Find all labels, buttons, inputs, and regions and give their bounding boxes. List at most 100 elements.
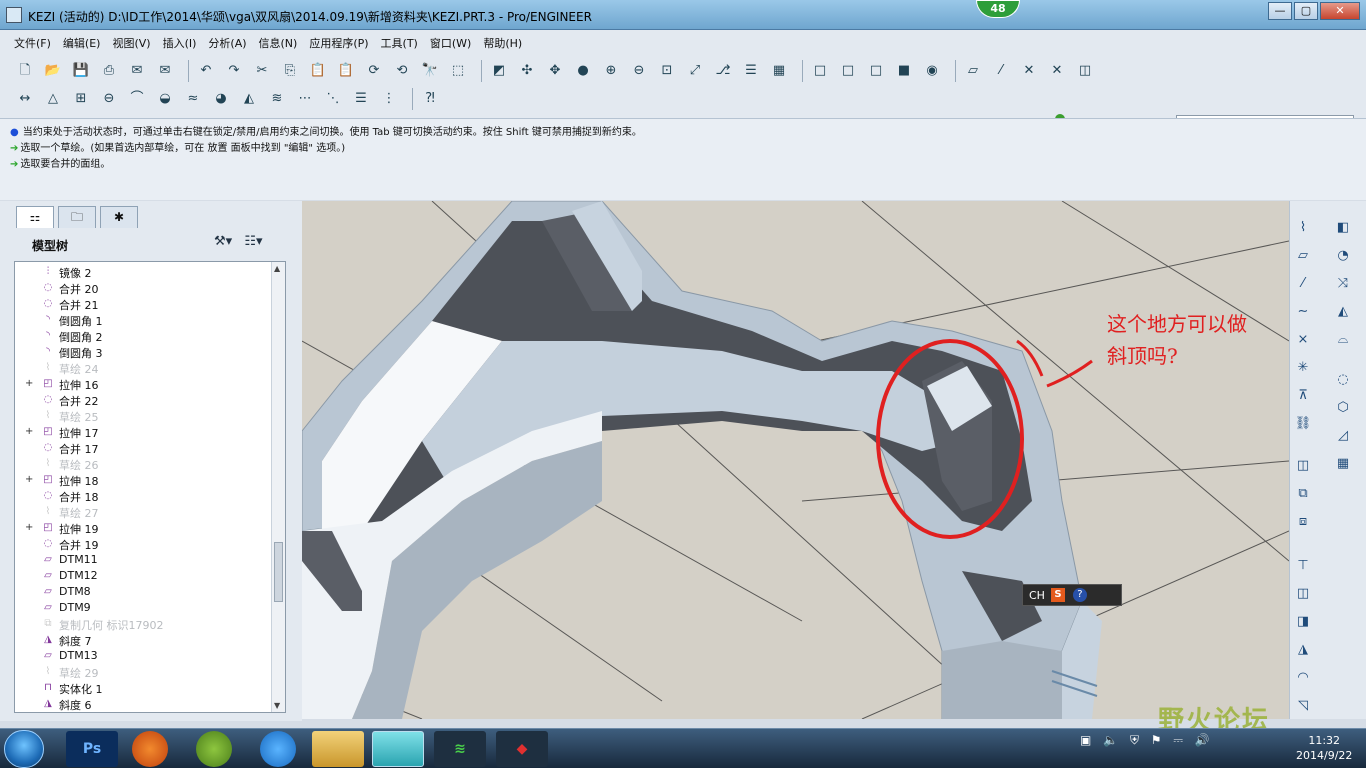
expand-icon[interactable]: + [25,378,33,389]
datum-plane-icon[interactable]: ▱ [1292,245,1314,267]
no-hidden-icon[interactable]: □ [865,60,887,82]
tree-item[interactable]: ⫶ 镜像 2 [15,264,265,280]
save-icon[interactable]: 💾 [70,60,92,82]
chamfer-icon[interactable]: ◹ [1292,695,1314,717]
tree-item[interactable]: ⌇ 草绘 25 [15,408,265,424]
layers-icon[interactable]: ☰ [740,60,762,82]
taskbar-app-icon[interactable]: ≋ [434,731,486,767]
tree-item[interactable]: + ◰ 拉伸 19 [15,520,265,536]
tree-item[interactable]: ◝ 倒圆角 3 [15,344,265,360]
offset-analysis-icon[interactable]: ⋯ [294,88,316,110]
email-link-icon[interactable]: ✉ [154,60,176,82]
csys-icon[interactable]: ✳ [1292,357,1314,379]
expand-icon[interactable]: + [25,426,33,437]
tree-item[interactable]: ▱ DTM13 [15,648,265,664]
section-icon[interactable]: ◒ [154,88,176,110]
menu-edit[interactable]: 编辑(E) [63,35,101,51]
find-icon[interactable]: 🔭 [419,60,441,82]
scroll-up-icon[interactable]: ▲ [274,264,280,273]
security-icon[interactable]: ⛨ [1130,733,1139,747]
cut-icon[interactable]: ✂ [251,60,273,82]
close-icon[interactable]: ✕ [1320,2,1360,20]
menu-info[interactable]: 信息(N) [259,35,298,51]
tab-folder-browser[interactable]: 🗀 [58,206,96,228]
taskbar-explorer-icon[interactable] [312,731,364,767]
context-help-icon[interactable]: ⁈ [419,88,441,110]
wireframe-icon[interactable]: □ [809,60,831,82]
reorient-icon[interactable]: ⤢ [684,60,706,82]
paste-icon[interactable]: 📋 [307,60,329,82]
nvidia-icon[interactable]: ▣ [1080,733,1091,747]
datum-point-icon[interactable]: ⨯ [1292,329,1314,351]
offset-icon[interactable]: ◫ [1292,583,1314,605]
dihedral-icon[interactable]: ⋱ [322,88,344,110]
rib-icon[interactable]: ◿ [1332,425,1354,447]
tree-item[interactable]: ◝ 倒圆角 2 [15,328,265,344]
ime-help-icon[interactable]: ? [1072,588,1087,602]
menu-file[interactable]: 文件(F) [14,35,51,51]
copy-icon[interactable]: ⎘ [279,60,301,82]
select-box-icon[interactable]: ⬚ [447,60,469,82]
menu-tools[interactable]: 工具(T) [381,35,418,51]
tree-item[interactable]: ◮ 斜度 6 [15,696,265,712]
analysis-icon[interactable]: △ [42,88,64,110]
round-icon[interactable]: ◠ [1292,667,1314,689]
draft-icon[interactable]: ⊤ [1292,555,1314,577]
maximize-icon[interactable]: ▢ [1294,2,1318,20]
regenerate-icon[interactable]: ⟳ [363,60,385,82]
datum-axis-icon[interactable]: ⁄ [1292,273,1314,295]
tree-item[interactable]: ◌ 合并 20 [15,280,265,296]
tree-item[interactable]: ▱ DTM12 [15,568,265,584]
saved-views-icon[interactable]: ⎇ [712,60,734,82]
datum-planes-icon[interactable]: ▱ [962,60,984,82]
blend-icon[interactable]: ◭ [1332,301,1354,323]
menu-insert[interactable]: 插入(I) [163,35,197,51]
ime-language[interactable]: CH [1029,589,1045,602]
open-icon[interactable]: 📂 [42,60,64,82]
more-analysis-icon[interactable]: ⋮ [378,88,400,110]
send-mail-icon[interactable]: ✉ [126,60,148,82]
menu-applications[interactable]: 应用程序(P) [309,35,368,51]
thicken-icon[interactable]: ◨ [1292,611,1314,633]
menu-help[interactable]: 帮助(H) [483,35,522,51]
hidden-line-icon[interactable]: □ [837,60,859,82]
repaint-icon[interactable]: ◩ [488,60,510,82]
ime-bar[interactable]: CH S ? [1022,584,1122,606]
taskbar-cloud-icon[interactable] [260,731,296,767]
shrinkwrap-icon[interactable]: ⧈ [1292,511,1314,533]
scroll-thumb[interactable] [274,542,283,602]
redo-icon[interactable]: ↷ [223,60,245,82]
copy-geometry-icon[interactable]: ⧉ [1292,483,1314,505]
expand-icon[interactable]: + [25,474,33,485]
tree-item[interactable]: ◌ 合并 18 [15,488,265,504]
new-icon[interactable]: 🗋 [14,60,36,82]
enhanced-realism-icon[interactable]: ◉ [921,60,943,82]
tree-item[interactable]: + ◰ 拉伸 17 [15,424,265,440]
flag-icon[interactable]: ⚑ [1151,733,1162,747]
csys-icon[interactable]: ✕ [1046,60,1068,82]
solidify-icon[interactable]: ◮ [1292,639,1314,661]
regen-manager-icon[interactable]: ⟲ [391,60,413,82]
taskbar-browser-icon[interactable] [132,731,168,767]
settings-icon[interactable]: ⚒▾ [214,234,232,249]
clock[interactable]: 11:32 2014/9/22 [1296,733,1352,763]
tree-item[interactable]: ◌ 合并 17 [15,440,265,456]
tree-item[interactable]: ◮ 斜度 7 [15,632,265,648]
boundary-icon[interactable]: ⌓ [1332,329,1354,351]
undo-icon[interactable]: ↶ [195,60,217,82]
shell-icon[interactable]: ⬡ [1332,397,1354,419]
dimension-icon[interactable]: ↔ [14,88,36,110]
datum-points-icon[interactable]: ✕ [1018,60,1040,82]
deviation-icon[interactable]: ≈ [182,88,204,110]
layer-analysis-icon[interactable]: ☰ [350,88,372,110]
zoom-out-icon[interactable]: ⊖ [628,60,650,82]
curve-icon[interactable]: ∼ [1292,301,1314,323]
reflection-icon[interactable]: ≋ [266,88,288,110]
tree-item[interactable]: + ◰ 拉伸 16 [15,376,265,392]
ime-logo-icon[interactable]: S [1050,588,1065,602]
tree-item[interactable]: ◌ 合并 19 [15,536,265,552]
tree-item[interactable]: + ◰ 拉伸 18 [15,472,265,488]
show-icon[interactable]: ☷▾ [244,234,262,249]
annotation-feature-icon[interactable]: ◫ [1292,455,1314,477]
extrude-icon[interactable]: ◧ [1332,217,1354,239]
